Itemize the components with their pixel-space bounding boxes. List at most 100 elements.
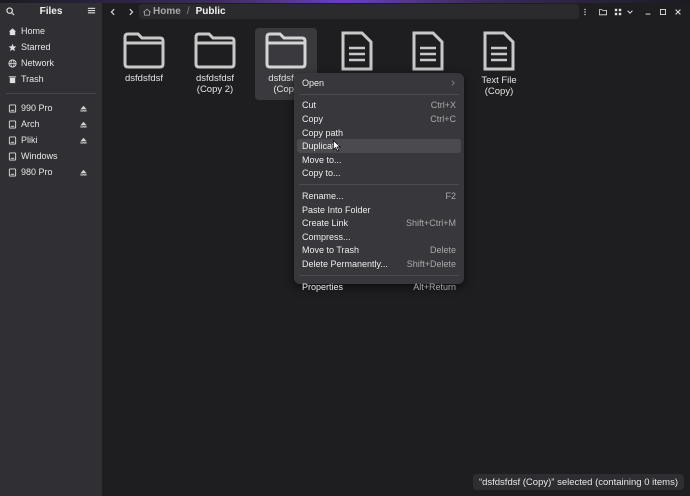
sidebar-item-980-pro[interactable]: 980 Pro [0,164,102,180]
menu-item-compress[interactable]: Compress... [297,230,461,244]
chevron-right-icon [451,80,455,86]
document-icon [483,31,515,71]
chevron-down-icon [627,10,633,14]
minimize-button[interactable] [642,6,654,18]
menu-item-label: Open [302,77,325,88]
mouse-pointer-icon [333,140,341,152]
sidebar-item-starred[interactable]: Starred [0,39,102,55]
menu-item-label: Rename... [302,190,344,201]
menu-item-label: Move to... [302,154,342,165]
sidebar: Files Home Starred Network Trash 990 Pro [0,3,102,496]
eject-icon[interactable] [79,168,88,177]
document-icon [412,31,444,71]
sidebar-item-label: Pliki [21,135,38,145]
file-item-document[interactable] [397,21,459,71]
menu-item-properties[interactable]: Properties Alt+Return [297,280,461,294]
file-item-document[interactable] [326,21,388,71]
menu-item-paste-into-folder[interactable]: Paste Into Folder [297,203,461,217]
forward-button[interactable] [124,5,138,19]
header-bar: Home / Public [102,3,690,21]
sidebar-item-label: Windows [21,151,58,161]
back-button[interactable] [106,5,120,19]
file-name: Text File (Copy) [481,75,517,97]
folder-icon [265,32,307,69]
menu-item-open[interactable]: Open [297,76,461,90]
home-icon [143,8,151,16]
menu-item-label: Delete Permanently... [302,258,388,269]
chevron-left-icon [110,8,115,16]
sidebar-item-label: Network [21,58,55,68]
file-item-folder[interactable]: dsfdsfdsf [113,21,175,84]
file-name: dsfdsfdsf (Copy 2) [195,73,235,95]
sidebar-item-label: Trash [21,74,44,84]
menu-item-label: Create Link [302,218,349,229]
menu-item-rename[interactable]: Rename... F2 [297,189,461,203]
menu-item-copy[interactable]: Copy Ctrl+C [297,112,461,126]
menu-item-label: Copy [302,113,324,124]
file-item-folder[interactable]: dsfdsfdsf (Copy 2) [184,21,246,95]
menu-separator [299,93,459,95]
eject-icon[interactable] [79,120,88,129]
sidebar-item-home[interactable]: Home [0,23,102,39]
menu-item-copy-to[interactable]: Copy to... [297,167,461,181]
sidebar-item-990-pro[interactable]: 990 Pro [0,100,102,116]
menu-item-shortcut: Alt+Return [413,281,456,292]
menu-item-shortcut: Shift+Ctrl+M [405,218,456,229]
breadcrumb-home[interactable]: Home [153,6,181,17]
menu-item-move-to-trash[interactable]: Move to Trash Delete [297,244,461,258]
context-menu: Open Cut Ctrl+X Copy Ctrl+C Copy path Du… [294,73,464,292]
drive-icon [8,151,17,161]
sidebar-item-pliki[interactable]: Pliki [0,132,102,148]
drive-icon [8,167,17,177]
eject-icon[interactable] [79,136,88,145]
breadcrumb-separator: / [186,6,190,17]
folder-add-icon [599,9,607,16]
grid-view-icon [614,8,622,16]
menu-separator [299,274,459,276]
search-icon[interactable] [6,6,15,16]
file-item-document[interactable]: Text File (Copy) [468,21,530,97]
sidebar-item-arch[interactable]: Arch [0,116,102,132]
menu-item-copy-path[interactable]: Copy path [297,126,461,140]
breadcrumb-current[interactable]: Public [196,6,226,17]
eject-icon[interactable] [79,104,88,113]
menu-separator [299,184,459,186]
menu-item-cut[interactable]: Cut Ctrl+X [297,99,461,113]
file-name: dsfdsfdsf [124,73,164,84]
home-icon [8,27,17,35]
view-options-button[interactable] [624,6,636,18]
folder-menu-button[interactable] [579,6,591,18]
sidebar-item-label: Arch [21,119,40,129]
view-toggle-button[interactable] [612,6,624,18]
menu-item-label: Cut [302,100,317,111]
menu-item-label: Compress... [302,231,351,242]
document-icon [341,31,373,71]
drive-icon [8,119,17,129]
sidebar-divider [6,93,96,94]
close-icon [675,9,681,15]
new-folder-button[interactable] [597,6,609,18]
trash-icon [8,75,17,83]
kebab-menu-icon [584,8,586,16]
menu-item-delete-permanently[interactable]: Delete Permanently... Shift+Delete [297,257,461,271]
network-icon [8,58,17,68]
menu-item-duplicate[interactable]: Duplicate [297,139,461,153]
maximize-button[interactable] [657,6,669,18]
menu-item-label: Properties [302,281,344,292]
close-button[interactable] [672,6,684,18]
menu-item-shortcut: Delete [429,245,456,256]
hamburger-menu-icon[interactable] [87,6,96,15]
sidebar-header: Files [0,3,102,19]
sidebar-item-windows[interactable]: Windows [0,148,102,164]
menu-item-shortcut: Ctrl+C [430,113,456,124]
sidebar-item-label: 990 Pro [21,103,53,113]
sidebar-item-label: 980 Pro [21,167,53,177]
menu-item-move-to[interactable]: Move to... [297,153,461,167]
menu-item-create-link[interactable]: Create Link Shift+Ctrl+M [297,216,461,230]
breadcrumb: Home / Public [139,4,579,19]
menu-item-label: Paste Into Folder [302,204,371,215]
folder-icon [194,32,236,69]
sidebar-item-trash[interactable]: Trash [0,71,102,87]
menu-item-shortcut: F2 [445,190,456,201]
sidebar-item-network[interactable]: Network [0,55,102,71]
